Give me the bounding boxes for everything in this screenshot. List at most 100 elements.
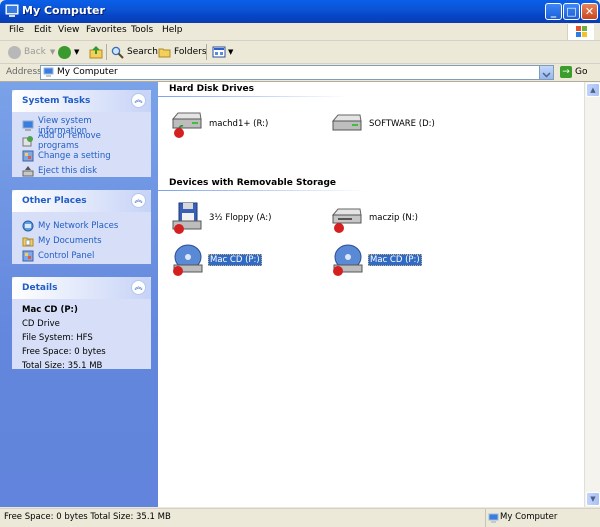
- my-documents-link[interactable]: My Documents: [22, 233, 143, 248]
- task-pane: System Tasks ︽ View system information A…: [0, 82, 158, 507]
- collapse-chevron-icon[interactable]: ︽: [131, 280, 146, 295]
- network-places-icon: [22, 220, 34, 231]
- back-arrow-icon: [8, 45, 21, 59]
- details-total-size: Total Size: 35.1 MB: [22, 361, 103, 371]
- up-folder-icon: [89, 46, 103, 59]
- my-computer-icon: [5, 4, 19, 17]
- collapse-chevron-icon[interactable]: ︽: [131, 193, 146, 208]
- views-button[interactable]: ▼: [212, 44, 233, 60]
- windows-logo: [567, 24, 594, 40]
- other-places-header[interactable]: Other Places ︽: [12, 190, 151, 212]
- drive-item-mac-cd-2[interactable]: Mac CD (P:): [330, 240, 422, 280]
- drive-label: SOFTWARE (D:): [369, 119, 435, 129]
- search-label: Search: [127, 47, 158, 57]
- standard-toolbar: Back ▼ ▼ Search Folders ▼: [0, 41, 600, 64]
- toolbar-separator: [106, 44, 107, 60]
- system-tasks-header[interactable]: System Tasks ︽: [12, 90, 151, 112]
- details-header[interactable]: Details ︽: [12, 277, 151, 299]
- status-text: Free Space: 0 bytes Total Size: 35.1 MB: [4, 512, 171, 522]
- menu-bar: File Edit View Favorites Tools Help: [0, 23, 600, 41]
- drive-item-mac-cd-1[interactable]: Mac CD (P:): [170, 240, 262, 280]
- drive-item-software[interactable]: SOFTWARE (D:): [330, 104, 436, 144]
- drive-item-machd1[interactable]: machd1+ (R:): [170, 104, 269, 144]
- drives-list[interactable]: Hard Disk Drives machd1+ (R:) SOFTWARE (…: [158, 82, 584, 507]
- drive-label: machd1+ (R:): [209, 119, 269, 129]
- menu-file[interactable]: File: [9, 25, 24, 35]
- go-button[interactable]: → Go: [560, 66, 587, 78]
- folders-button[interactable]: Folders: [158, 44, 207, 60]
- link-label: My Documents: [38, 235, 102, 246]
- drive-item-maczip[interactable]: maczip (N:): [330, 198, 419, 238]
- forward-arrow-icon: [58, 45, 71, 59]
- explorer-window: My Computer _ □ ✕ File Edit View Favorit…: [0, 0, 600, 527]
- system-info-icon: [22, 120, 34, 131]
- forward-button[interactable]: ▼: [58, 44, 79, 60]
- eject-icon: [22, 165, 34, 176]
- collapse-chevron-icon[interactable]: ︽: [131, 93, 146, 108]
- eject-disk-link[interactable]: Eject this disk: [22, 163, 143, 178]
- status-zone: My Computer: [485, 509, 600, 527]
- my-computer-icon: [488, 513, 499, 523]
- details-type: CD Drive: [22, 319, 60, 329]
- link-label: Control Panel: [38, 250, 95, 261]
- menu-help[interactable]: Help: [162, 25, 183, 35]
- control-panel-link[interactable]: Control Panel: [22, 248, 143, 263]
- address-input[interactable]: My Computer: [40, 65, 554, 80]
- menu-tools[interactable]: Tools: [131, 25, 153, 35]
- details-free-space: Free Space: 0 bytes: [22, 347, 106, 357]
- link-label: Change a setting: [38, 150, 111, 161]
- details-title: Details: [22, 283, 58, 293]
- control-panel-icon: [22, 150, 34, 161]
- windows-flag-icon: [576, 26, 587, 37]
- details-name: Mac CD (P:): [22, 305, 78, 315]
- back-button[interactable]: Back ▼: [8, 44, 55, 60]
- link-label: My Network Places: [38, 220, 119, 231]
- system-tasks-panel: System Tasks ︽ View system information A…: [12, 90, 151, 177]
- drive-label: maczip (N:): [369, 213, 418, 223]
- drive-item-floppy[interactable]: 3½ Floppy (A:): [170, 198, 272, 238]
- address-bar: Address My Computer → Go: [0, 64, 600, 82]
- scroll-up-button[interactable]: ▲: [586, 83, 600, 97]
- title-bar[interactable]: My Computer _ □ ✕: [0, 0, 600, 23]
- link-label: Eject this disk: [38, 165, 97, 176]
- close-button[interactable]: ✕: [581, 3, 598, 20]
- other-places-title: Other Places: [22, 196, 87, 206]
- folders-icon: [158, 48, 171, 58]
- address-dropdown-button[interactable]: [539, 66, 553, 79]
- removable-storage-heading: Devices with Removable Storage: [169, 178, 337, 188]
- add-remove-programs-link[interactable]: Add or remove programs: [22, 131, 143, 151]
- search-icon: [111, 46, 124, 59]
- menu-edit[interactable]: Edit: [34, 25, 51, 35]
- menu-favorites[interactable]: Favorites: [86, 25, 127, 35]
- chevron-down-icon: [542, 72, 551, 78]
- status-zone-label: My Computer: [500, 512, 558, 522]
- hard-disk-drives-heading: Hard Disk Drives: [169, 84, 254, 94]
- up-folder-button[interactable]: [89, 44, 103, 60]
- details-filesystem: File System: HFS: [22, 333, 93, 343]
- add-remove-programs-icon: [22, 135, 33, 146]
- search-button[interactable]: Search: [111, 44, 158, 60]
- drive-label: Mac CD (P:): [368, 254, 422, 266]
- vertical-scrollbar[interactable]: ▲ ▼: [584, 82, 600, 507]
- folders-label: Folders: [174, 47, 207, 57]
- go-arrow-icon: →: [560, 66, 572, 78]
- floppy-drive-icon: [172, 202, 202, 234]
- window-title: My Computer: [22, 4, 105, 17]
- scroll-down-button[interactable]: ▼: [586, 492, 600, 506]
- hard-disk-mac-icon: [171, 112, 202, 138]
- cd-drive-icon: [173, 244, 203, 276]
- hard-disk-icon: [331, 114, 362, 131]
- minimize-button[interactable]: _: [545, 3, 562, 20]
- change-setting-link[interactable]: Change a setting: [22, 148, 143, 163]
- cd-drive-icon: [333, 244, 363, 276]
- address-value: My Computer: [57, 67, 118, 77]
- go-label: Go: [575, 67, 588, 77]
- views-icon: [212, 46, 226, 58]
- drive-label: 3½ Floppy (A:): [209, 213, 272, 223]
- menu-view[interactable]: View: [58, 25, 79, 35]
- group-divider: [158, 96, 348, 97]
- my-network-places-link[interactable]: My Network Places: [22, 218, 143, 233]
- status-bar: Free Space: 0 bytes Total Size: 35.1 MB …: [0, 508, 600, 527]
- maximize-button[interactable]: □: [563, 3, 580, 20]
- zip-drive-icon: [331, 208, 362, 233]
